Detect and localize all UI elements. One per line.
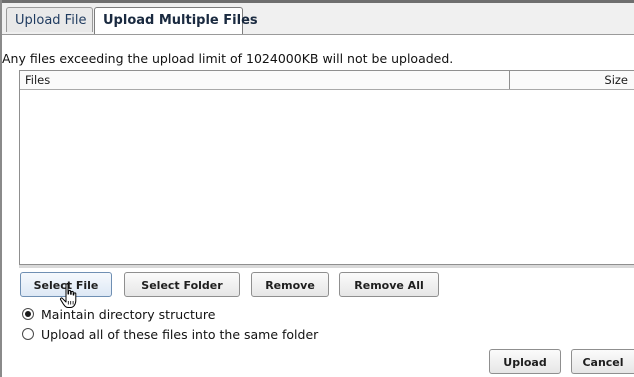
same-folder-label: Upload all of these files into the same … xyxy=(41,326,319,342)
file-list-scrollbar[interactable] xyxy=(19,265,634,268)
tab-strip: Upload File Upload Multiple Files xyxy=(2,3,634,35)
column-divider[interactable] xyxy=(509,71,510,89)
maintain-structure-label: Maintain directory structure xyxy=(41,306,216,322)
file-list-header: Files Size xyxy=(20,71,634,90)
select-file-button[interactable]: Select File xyxy=(20,272,112,297)
maintain-structure-option[interactable]: Maintain directory structure xyxy=(22,306,215,322)
remove-all-button[interactable]: Remove All xyxy=(339,272,439,297)
remove-button[interactable]: Remove xyxy=(251,272,329,297)
tab-upload-file[interactable]: Upload File xyxy=(6,7,93,32)
file-list[interactable]: Files Size xyxy=(19,70,634,265)
file-list-body[interactable] xyxy=(20,90,634,264)
cancel-button[interactable]: Cancel xyxy=(571,349,634,374)
upload-button[interactable]: Upload xyxy=(489,349,561,374)
upload-limit-notice: Any files exceeding the upload limit of … xyxy=(2,51,454,66)
column-header-files[interactable]: Files xyxy=(25,73,50,87)
tab-upload-multiple-files[interactable]: Upload Multiple Files xyxy=(94,7,258,34)
column-header-size[interactable]: Size xyxy=(604,73,628,87)
maintain-structure-radio[interactable] xyxy=(22,308,34,320)
select-folder-button[interactable]: Select Folder xyxy=(124,272,240,297)
same-folder-option[interactable]: Upload all of these files into the same … xyxy=(22,326,318,342)
same-folder-radio[interactable] xyxy=(22,328,34,340)
